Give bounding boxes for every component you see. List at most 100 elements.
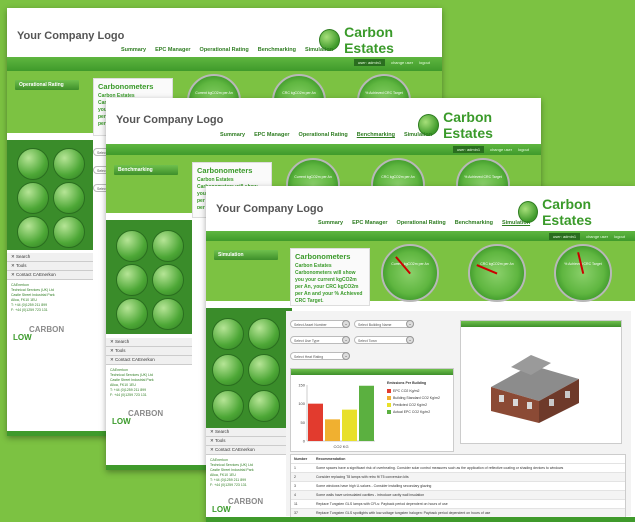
chevron-down-icon: ⌄ — [406, 320, 414, 328]
low-carbon-logo: CARBON LOW — [212, 497, 264, 514]
nav-benchmarking[interactable]: Benchmarking — [455, 220, 493, 226]
change-user-link[interactable]: change user — [586, 234, 608, 239]
nav-operational-rating[interactable]: Operational Rating — [299, 132, 348, 138]
contact-details: CAEnerkon Technical Services (UK) Ltd Cast… — [210, 458, 254, 487]
side-link-contact[interactable]: ✕ Contact CAEnerkon — [206, 446, 292, 455]
logout-link[interactable]: logout — [614, 234, 625, 239]
select-town[interactable]: Select Town ⌄ — [354, 336, 414, 344]
select-use-type[interactable]: Select Use Type ⌄ — [290, 336, 350, 344]
nav-simulation[interactable]: Simulation — [502, 220, 530, 226]
contact-details: CAEnerkon Technical Services (UK) Ltd Cast… — [11, 283, 55, 312]
tile-panel — [206, 308, 292, 428]
carbonometers-description: Carbon Estates Carbonometers will show y… — [295, 263, 363, 304]
tile-button[interactable] — [53, 216, 85, 248]
recommendations-table: Number Recommendation 1 Some spaces have a… — [290, 454, 626, 519]
nav-epc-manager[interactable]: EPC Manager — [254, 132, 289, 138]
table-row[interactable]: 11 Replace Tungsten GLS lamps with CFLs: … — [291, 500, 625, 509]
brand-name: Carbon Estates — [344, 24, 394, 56]
brand-logo: Carbon Estates — [418, 109, 541, 141]
nav-benchmarking[interactable]: Benchmarking — [258, 47, 296, 53]
gauge-target: % Achieved CRC Target — [554, 244, 612, 302]
user-badge: user: admin1 — [548, 233, 581, 240]
chart-title: Emissions Per Building — [387, 381, 427, 385]
chevron-down-icon: ⌄ — [342, 352, 350, 360]
side-links: ✕ Search ✕ Tools ✕ Contact CAEnerkon — [106, 338, 192, 365]
bar-3 — [359, 385, 374, 441]
table-row[interactable]: 4 Some walls have uninsulated cavities - … — [291, 491, 625, 500]
table-row[interactable]: 1 Some spaces have a significant risk of … — [291, 464, 625, 473]
tile-button[interactable] — [248, 318, 280, 350]
side-link-tools[interactable]: ✕ Tools — [7, 262, 93, 271]
legend-item: Building Standard CO2 Kg/m2 — [387, 396, 440, 400]
gauge-needle — [476, 264, 498, 275]
company-logo: Your Company Logo — [116, 114, 224, 126]
table-row[interactable]: 2 Consider replacing T8 lamps with retro … — [291, 473, 625, 482]
change-user-link[interactable]: change user — [391, 60, 413, 65]
nav-epc-manager[interactable]: EPC Manager — [155, 47, 190, 53]
tile-button[interactable] — [116, 298, 148, 330]
tile-button[interactable] — [17, 216, 49, 248]
chart-legend: Emissions Per Building EPC CO2 Kg/m2 Bui… — [387, 381, 440, 417]
side-link-search[interactable]: ✕ Search — [206, 428, 292, 437]
logout-link[interactable]: logout — [518, 147, 529, 152]
tile-button[interactable] — [152, 298, 184, 330]
tile-button[interactable] — [212, 318, 244, 350]
tile-button[interactable] — [248, 354, 280, 386]
logout-link[interactable]: logout — [419, 60, 430, 65]
y-tick-label: 50 — [301, 420, 306, 425]
footer-bar — [206, 517, 635, 522]
side-link-contact[interactable]: ✕ Contact CAEnerkon — [7, 271, 93, 280]
tile-button[interactable] — [53, 148, 85, 180]
sidebar-button-operational-rating[interactable]: Operational Rating — [15, 80, 79, 90]
sidebar-button-benchmarking[interactable]: Benchmarking — [114, 165, 178, 175]
side-link-tools[interactable]: ✕ Tools — [106, 347, 192, 356]
user-badge: user: admin1 — [452, 146, 485, 153]
table-row[interactable]: 3 Some windows have high U-values - Consi… — [291, 482, 625, 491]
window-simulation: Your Company Logo Carbon Estates Summary… — [206, 186, 635, 522]
side-link-search[interactable]: ✕ Search — [106, 338, 192, 347]
side-links: ✕ Search ✕ Tools ✕ Contact CAEnerkon — [7, 253, 93, 280]
tile-button[interactable] — [212, 354, 244, 386]
nav-operational-rating[interactable]: Operational Rating — [397, 220, 446, 226]
nav-simulation[interactable]: Simulation — [305, 47, 333, 53]
gauge-current: Current kgCO2m per An — [381, 244, 439, 302]
select-heat-rating[interactable]: Select Heat Rating ⌄ — [290, 352, 350, 360]
side-link-contact[interactable]: ✕ Contact CAEnerkon — [106, 356, 192, 365]
nav-benchmarking[interactable]: Benchmarking — [357, 132, 395, 138]
tile-button[interactable] — [152, 264, 184, 296]
tile-button[interactable] — [116, 264, 148, 296]
tile-button[interactable] — [212, 390, 244, 422]
gauge-crc: CRC kgCO2m per An — [468, 244, 526, 302]
company-logo: Your Company Logo — [216, 203, 324, 215]
nav-operational-rating[interactable]: Operational Rating — [200, 47, 249, 53]
nav-epc-manager[interactable]: EPC Manager — [352, 220, 387, 226]
brand-logo: Carbon Estates — [518, 196, 635, 228]
tile-button[interactable] — [116, 230, 148, 262]
tile-button[interactable] — [53, 182, 85, 214]
tile-panel — [106, 220, 192, 334]
side-link-search[interactable]: ✕ Search — [7, 253, 93, 262]
nav-summary[interactable]: Summary — [318, 220, 343, 226]
y-tick-label: 0 — [303, 439, 306, 444]
tile-button[interactable] — [17, 182, 49, 214]
tile-button[interactable] — [152, 230, 184, 262]
user-bar: user: admin1 change user logout — [548, 233, 625, 240]
nav-summary[interactable]: Summary — [220, 132, 245, 138]
nav-summary[interactable]: Summary — [121, 47, 146, 53]
side-links: ✕ Search ✕ Tools ✕ Contact CAEnerkon — [206, 428, 292, 455]
brand-name: Carbon Estates — [542, 196, 592, 228]
select-building-name[interactable]: Select Building Name ⌄ — [354, 320, 414, 328]
tile-button[interactable] — [17, 148, 49, 180]
tile-button[interactable] — [248, 390, 280, 422]
brand-name: Carbon Estates — [443, 109, 493, 141]
user-bar: user: admin1 change user logout — [353, 59, 430, 66]
building-3d-model — [491, 355, 579, 423]
select-asset-number[interactable]: Select Asset Number ⌄ — [290, 320, 350, 328]
side-link-tools[interactable]: ✕ Tools — [206, 437, 292, 446]
main-nav: Summary EPC Manager Operational Rating B… — [121, 47, 333, 53]
sidebar-button-simulation[interactable]: Simulation — [214, 250, 278, 260]
carbonometers-title: Carbonometers — [197, 166, 253, 175]
bar-1 — [325, 419, 340, 441]
nav-simulation[interactable]: Simulation — [404, 132, 432, 138]
change-user-link[interactable]: change user — [490, 147, 512, 152]
